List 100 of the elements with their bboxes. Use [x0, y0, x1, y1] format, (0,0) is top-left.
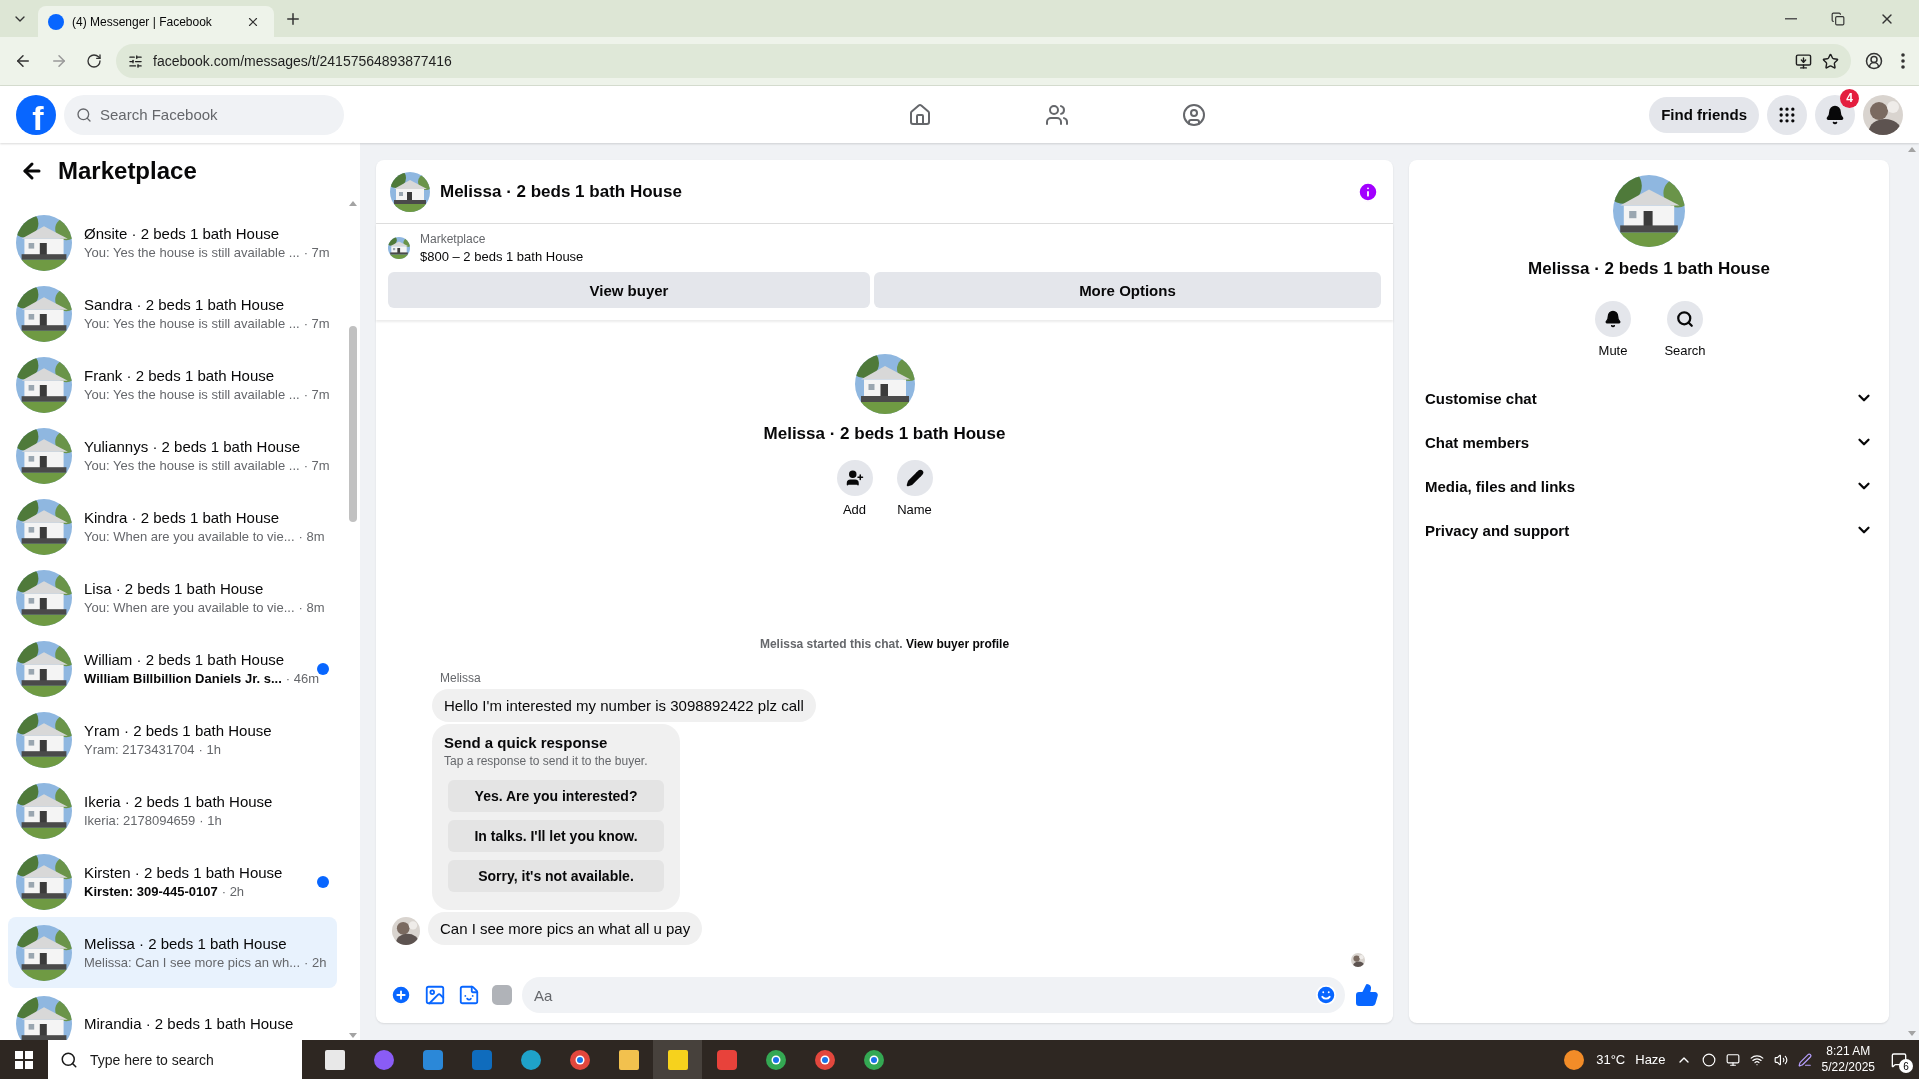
message-preview: Ikeria: 2178094659 — [84, 813, 196, 828]
message-time: · 1h — [199, 813, 222, 828]
message-time: · 2h — [221, 884, 245, 899]
address-bar[interactable]: facebook.com/messages/t/24157564893877416 — [116, 44, 1851, 78]
message-preview: William Billbillion Daniels Jr. s... — [84, 671, 282, 686]
folder-icon — [616, 1047, 641, 1072]
app-icon — [714, 1047, 739, 1072]
browser-tab[interactable]: (4) Messenger | Facebook — [38, 6, 274, 37]
message-time: · 7m — [303, 458, 330, 473]
message-time: · 7m — [303, 245, 330, 260]
conversation-title: Ikeria · 2 beds 1 bath House — [84, 793, 274, 810]
find-friends-button[interactable]: Find friends — [1649, 96, 1759, 133]
monitor-icon — [1725, 1052, 1740, 1067]
message-preview: You: Yes the house is still available ... — [84, 387, 300, 402]
action-label: Add — [842, 502, 867, 517]
quick-response-option[interactable]: Yes. Are you interested? — [448, 780, 664, 812]
conversation-title: Yram · 2 beds 1 bath House — [84, 722, 273, 739]
search-icon — [1676, 310, 1694, 328]
profile-action-button[interactable] — [896, 460, 933, 496]
image-icon — [424, 984, 446, 1006]
view-buyer-profile-link[interactable]: View buyer profile — [905, 637, 1010, 651]
listing-action-button[interactable]: More Options — [873, 272, 1381, 308]
app-icon — [420, 1047, 445, 1072]
people-icon — [1044, 102, 1069, 127]
sticker-icon — [458, 984, 480, 1006]
sidebar-title: Marketplace — [58, 157, 197, 185]
bookmark-star-icon — [1822, 52, 1839, 70]
conversation-item[interactable]: Yram · 2 beds 1 bath House Yram: 2173431704 · 1h — [8, 704, 337, 775]
unread-dot — [317, 662, 329, 675]
notifications-button[interactable]: 6 — [1885, 1040, 1913, 1079]
action-label: Mute — [1598, 343, 1628, 358]
details-section[interactable]: Customise chat — [1409, 376, 1889, 420]
details-section[interactable]: Privacy and support — [1409, 508, 1889, 552]
minimize-icon — [1785, 17, 1797, 20]
message-preview: You: Yes the house is still available ... — [84, 245, 300, 260]
listing-action-button[interactable]: View buyer — [388, 272, 870, 308]
details-action-button[interactable] — [1595, 301, 1631, 337]
quick-response-option[interactable]: In talks. I'll let you know. — [448, 820, 664, 852]
conversation-item[interactable]: Sandra · 2 beds 1 bath House You: Yes the house is still available ... · 7m — [8, 278, 337, 349]
conversation-item[interactable]: Lisa · 2 beds 1 bath House You: When are you available to vie... · 8m — [8, 562, 337, 633]
unread-dot — [317, 875, 329, 888]
conversation-title: Mirandia · 2 beds 1 bath House — [84, 1015, 295, 1032]
user-circle-icon — [1181, 102, 1206, 127]
conversation-title: Sandra · 2 beds 1 bath House — [84, 296, 286, 313]
clock-date: 5/22/2025 — [1821, 1059, 1875, 1076]
facebook-favicon-icon — [48, 13, 64, 30]
conversation-item[interactable]: Yuliannys · 2 beds 1 bath House You: Yes the house is still available ... · 7m — [8, 420, 337, 491]
message-preview: Yram: 2173431704 — [84, 742, 195, 757]
listing-title: $800 – 2 beds 1 bath House — [420, 249, 584, 264]
thumbs-up-icon — [1355, 983, 1379, 1007]
like-button[interactable] — [1353, 981, 1381, 1009]
profile-icon — [1865, 52, 1883, 70]
conversation-item[interactable]: Melissa · 2 beds 1 bath House Melissa: Can I see more pics an wh... · 2h — [8, 917, 337, 988]
weather-temperature: 31°C — [1596, 1052, 1626, 1067]
app-icon — [469, 1047, 494, 1072]
info-icon — [1357, 180, 1379, 203]
search-icon — [60, 1050, 78, 1069]
profile-name: Melissa · 2 beds 1 bath House — [763, 424, 1006, 444]
conversation-title: Yuliannys · 2 beds 1 bath House — [84, 438, 301, 455]
quick-response-title: Send a quick response — [444, 734, 609, 751]
taskbar-search-field[interactable]: Type here to search — [48, 1040, 302, 1079]
restore-icon — [1831, 11, 1845, 26]
conversation-title: William · 2 beds 1 bath House — [84, 651, 286, 668]
message-preview: Kirsten: 309-445-0107 — [84, 884, 218, 899]
message-bubble: Can I see more pics an what all u pay — [428, 912, 703, 945]
message-preview: You: Yes the house is still available ... — [84, 458, 300, 473]
menu-button[interactable] — [1767, 94, 1807, 135]
conversation-item[interactable]: Ønsite · 2 beds 1 bath House You: Yes the house is still available ... · 7m — [8, 207, 337, 278]
pen-icon — [1797, 1052, 1812, 1067]
search-field[interactable]: Search Facebook — [64, 94, 344, 135]
reload-icon — [86, 53, 102, 69]
clock-time: 8:21 AM — [1826, 1043, 1871, 1060]
message-time: · 8m — [298, 600, 325, 615]
chat-started-note: Melissa started this chat. View buyer profile — [758, 637, 1011, 651]
conversation-item[interactable]: William · 2 beds 1 bath House William Billbillion Daniels Jr. s... · 46m — [8, 633, 337, 704]
emoji-button[interactable] — [1315, 984, 1337, 1006]
profile-action-button[interactable] — [836, 460, 873, 496]
notification-badge: 4 — [1840, 88, 1859, 108]
conversation-item[interactable]: Ikeria · 2 beds 1 bath House Ikeria: 2178094659 · 1h — [8, 775, 337, 846]
details-section[interactable]: Chat members — [1409, 420, 1889, 464]
conversation-title: Kindra · 2 beds 1 bath House — [84, 509, 281, 526]
weather-condition: Haze — [1635, 1052, 1666, 1067]
chrome-icon — [812, 1047, 837, 1072]
conversation-item[interactable]: Kindra · 2 beds 1 bath House You: When are you available to vie... · 8m — [8, 491, 337, 562]
chrome-icon — [861, 1047, 886, 1072]
task-view-icon — [322, 1047, 347, 1072]
search-icon — [76, 106, 92, 123]
taskbar-app[interactable] — [653, 1040, 702, 1079]
details-section[interactable]: Media, files and links — [1409, 464, 1889, 508]
bell-icon — [1604, 310, 1622, 328]
emoji-icon — [1315, 984, 1337, 1006]
message-preview: You: When are you available to vie... — [84, 600, 295, 615]
notifications-button[interactable] — [1815, 94, 1855, 135]
quick-response-option[interactable]: Sorry, it's not available. — [448, 860, 664, 892]
chrome-icon — [763, 1047, 788, 1072]
conversation-item[interactable]: Frank · 2 beds 1 bath House You: Yes the house is still available ... · 7m — [8, 349, 337, 420]
facebook-logo[interactable]: f — [16, 94, 56, 135]
conversation-item[interactable]: Kirsten · 2 beds 1 bath House Kirsten: 309-445-0107 · 2h — [8, 846, 337, 917]
message-input[interactable]: Aa — [522, 977, 1345, 1013]
details-action-button[interactable] — [1667, 301, 1703, 337]
